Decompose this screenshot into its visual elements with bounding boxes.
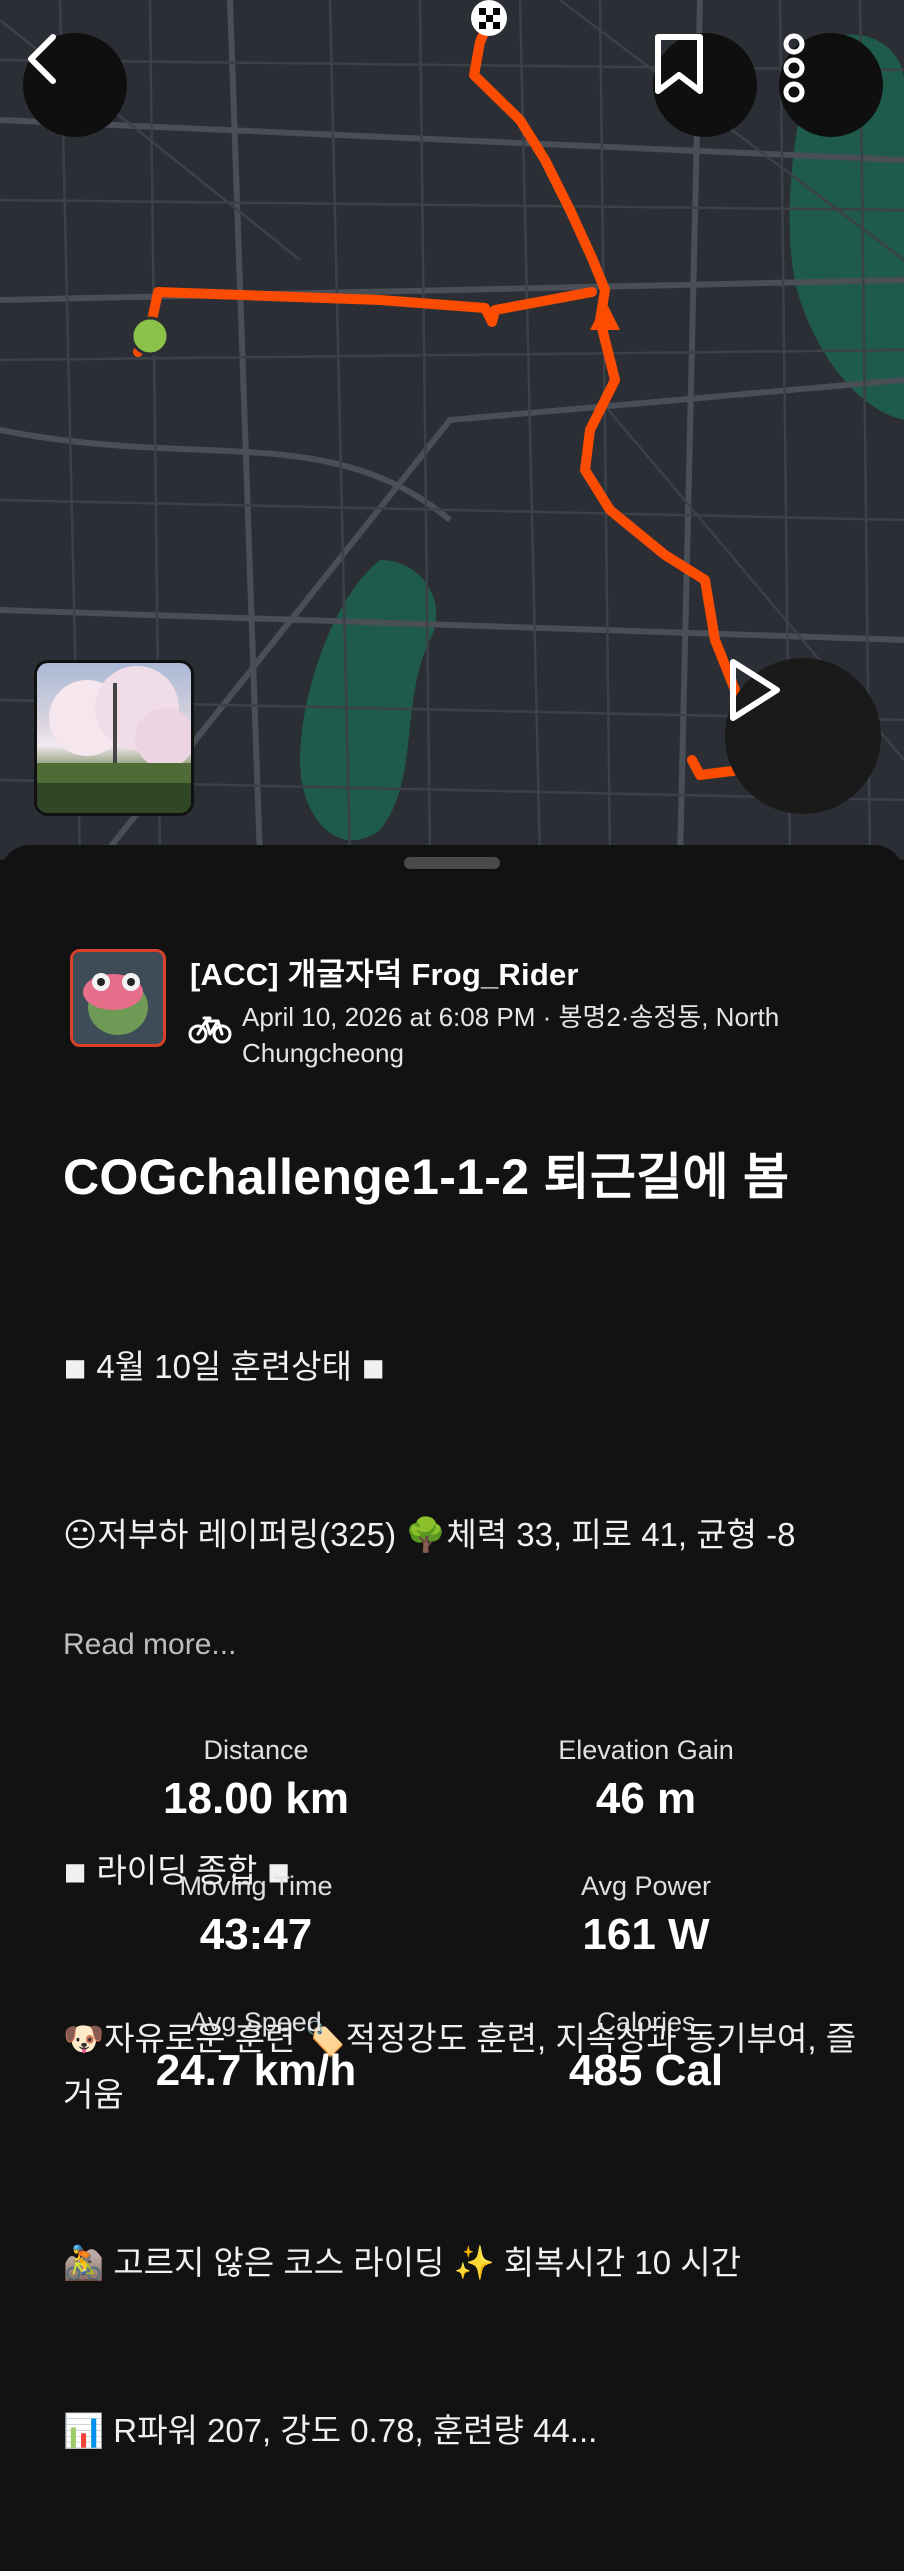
description-line: ◾ 4월 10일 훈련상태 ◾ (63, 1348, 386, 1385)
start-marker (130, 316, 170, 356)
read-more-link[interactable]: Read more... (63, 1628, 236, 1662)
activity-date-location: April 10, 2026 at 6:08 PM · 봉명2·송정동, Nor… (242, 1002, 780, 1068)
description-line (63, 1675, 863, 1731)
stat-moving-time: Moving Time 43:47 (30, 1871, 482, 1960)
activity-title: COGchallenge1-1-2 퇴근길에 봄 (63, 1149, 790, 1205)
more-options-button[interactable] (779, 33, 883, 137)
description-line: 🚵 고르지 않은 코스 라이딩 ✨ 회복시간 10 시간 (63, 2244, 741, 2281)
stat-label: Moving Time (179, 1871, 333, 1901)
athlete-name[interactable]: [ACC] 개굴자덕 Frog_Rider (190, 949, 579, 994)
activity-photo-thumbnail[interactable] (34, 660, 194, 816)
bookmark-icon (655, 34, 703, 94)
description-line: 😐저부하 레이퍼링(325) 🌳체력 33, 피로 41, 균형 -8 (63, 1516, 796, 1553)
more-vertical-icon (783, 33, 805, 103)
stat-value: 485 Cal (568, 2046, 724, 2095)
stat-value: 24.7 km/h (155, 2046, 357, 2095)
play-flyover-button[interactable] (725, 658, 881, 814)
description-line: 📊 R파워 207, 강도 0.78, 훈련량 44... (63, 2412, 598, 2449)
stat-value: 46 m (595, 1774, 697, 1823)
play-icon (730, 659, 780, 721)
stat-value: 161 W (582, 1910, 710, 1959)
chevron-left-icon (28, 34, 56, 84)
stat-label: Elevation Gain (558, 1735, 734, 1765)
stat-label: Calories (596, 2007, 696, 2037)
stat-label: Avg Power (580, 1871, 712, 1901)
bookmark-button[interactable] (653, 33, 757, 137)
stat-value: 18.00 km (163, 1774, 349, 1823)
stat-calories: Calories 485 Cal (420, 2007, 872, 2096)
activity-details-sheet: [ACC] 개굴자덕 Frog_Rider April 10, 2026 at … (0, 845, 904, 2449)
stat-distance: Distance 18.00 km (30, 1735, 482, 1824)
sheet-drag-handle[interactable] (404, 857, 500, 869)
stat-label: Avg Speed (190, 2007, 322, 2037)
stat-value: 43:47 (199, 1910, 313, 1959)
bike-icon (188, 1016, 232, 1044)
stat-elevation-gain: Elevation Gain 46 m (420, 1735, 872, 1824)
back-button[interactable] (23, 33, 127, 137)
route-map[interactable] (0, 0, 904, 860)
finish-flag-icon (471, 0, 507, 36)
stat-avg-power: Avg Power 161 W (420, 1871, 872, 1960)
stat-label: Distance (203, 1735, 309, 1765)
cherry-blossom-photo (37, 666, 191, 813)
avatar[interactable] (70, 949, 166, 1047)
stat-avg-speed: Avg Speed 24.7 km/h (30, 2007, 482, 2096)
frog-avatar-image (73, 952, 163, 1044)
